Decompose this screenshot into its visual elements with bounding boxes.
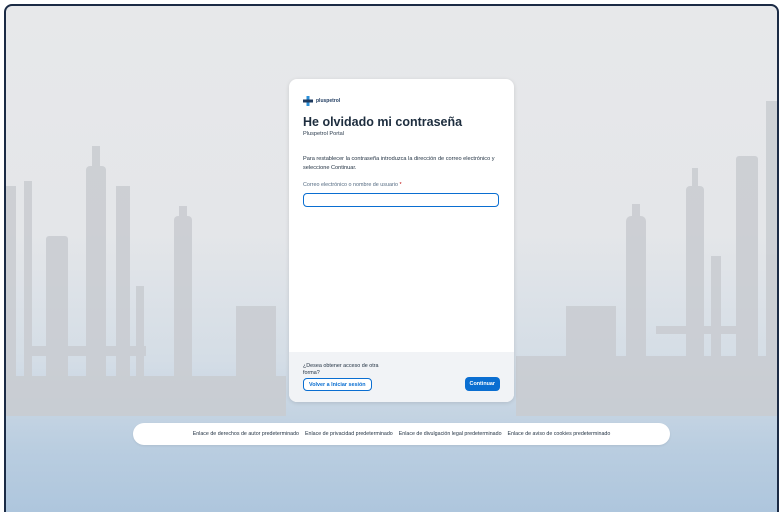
cookie-notice-link[interactable]: Enlace de aviso de cookies predeterminad… <box>508 431 611 437</box>
alternate-access-question: ¿Desea obtener acceso de otra forma? <box>303 363 379 376</box>
page-title: He olvidado mi contraseña <box>303 115 463 129</box>
instructions-text: Para restablecer la contraseña introduzc… <box>303 156 495 171</box>
back-to-login-button[interactable]: Volver a Iniciar sesión <box>303 378 372 391</box>
page-subtitle: Pluspetrol Portal <box>303 131 345 137</box>
email-field-label: Correo electrónico o nombre de usuario * <box>303 182 500 188</box>
privacy-link[interactable]: Enlace de privacidad predeterminado <box>305 431 393 437</box>
email-or-username-input[interactable] <box>303 193 499 207</box>
copyright-link[interactable]: Enlace de derechos de autor predetermina… <box>193 431 299 437</box>
footer-links-bar: Enlace de derechos de autor predetermina… <box>133 423 670 445</box>
required-mark: * <box>399 182 402 188</box>
plus-cross-logo-icon <box>303 96 313 106</box>
logo-text: pluspetrol <box>316 98 341 104</box>
card-footer: ¿Desea obtener acceso de otra forma? Vol… <box>289 352 514 402</box>
browser-frame: pluspetrol He olvidado mi contraseña Plu… <box>4 4 779 512</box>
email-label-text: Correo electrónico o nombre de usuario <box>303 182 398 188</box>
continue-button[interactable]: Continuar <box>464 377 500 391</box>
forgot-password-card: pluspetrol He olvidado mi contraseña Plu… <box>289 79 514 402</box>
legal-disclosure-link[interactable]: Enlace de divulgación legal predetermina… <box>399 431 502 437</box>
pluspetrol-logo: pluspetrol <box>303 95 500 107</box>
